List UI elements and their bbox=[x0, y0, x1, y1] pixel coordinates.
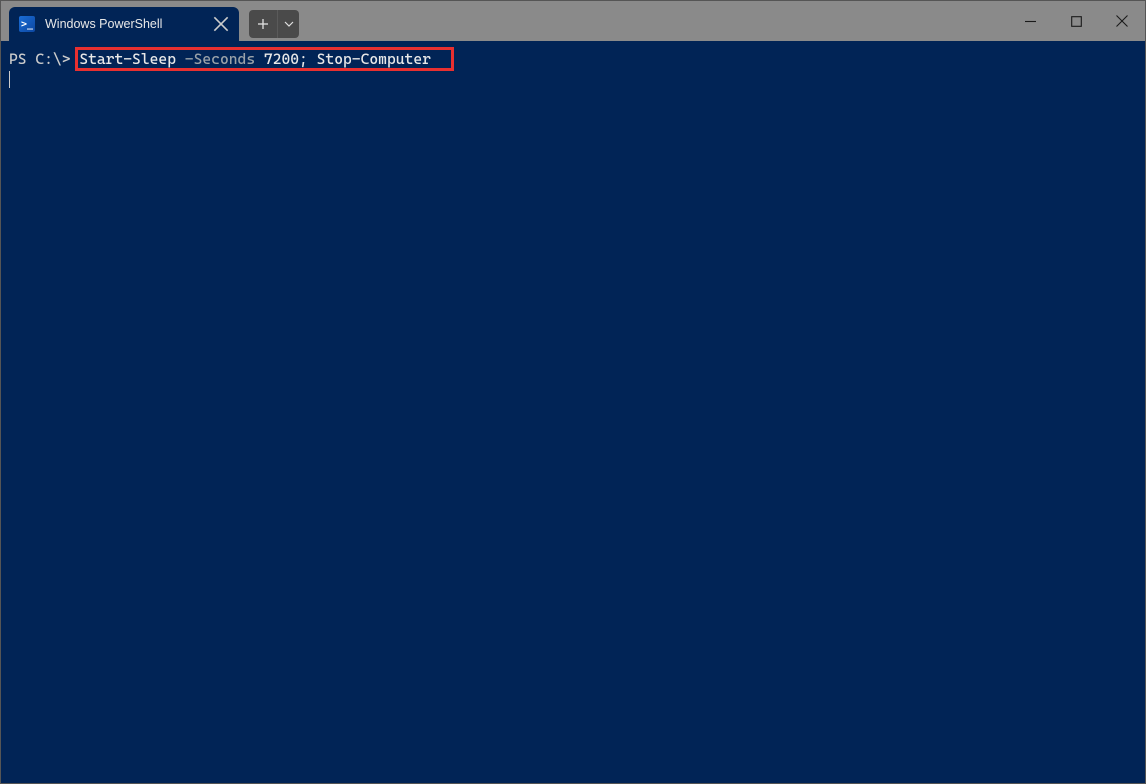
tab-area: >_ Windows PowerShell bbox=[1, 1, 239, 41]
close-icon bbox=[1116, 15, 1128, 27]
close-icon bbox=[213, 16, 229, 32]
terminal-pane[interactable]: PS C:\> Start-Sleep -Seconds 7200; Stop-… bbox=[1, 41, 1145, 783]
window-controls bbox=[1007, 1, 1145, 41]
command-line: PS C:\> Start-Sleep -Seconds 7200; Stop-… bbox=[9, 49, 1137, 69]
new-tab-group bbox=[239, 1, 299, 41]
titlebar[interactable]: >_ Windows PowerShell bbox=[1, 1, 1145, 41]
command-cmdlet: Start-Sleep bbox=[79, 50, 176, 68]
maximize-button[interactable] bbox=[1053, 1, 1099, 41]
powershell-window: >_ Windows PowerShell bbox=[0, 0, 1146, 784]
close-button[interactable] bbox=[1099, 1, 1145, 41]
tab-dropdown-button[interactable] bbox=[277, 10, 299, 38]
plus-icon bbox=[257, 18, 269, 30]
new-tab-button[interactable] bbox=[249, 10, 277, 38]
tab-close-button[interactable] bbox=[213, 16, 229, 32]
chevron-down-icon bbox=[284, 21, 294, 27]
maximize-icon bbox=[1071, 16, 1082, 27]
minimize-button[interactable] bbox=[1007, 1, 1053, 41]
tab-title: Windows PowerShell bbox=[45, 17, 203, 31]
powershell-icon: >_ bbox=[19, 16, 35, 32]
cursor-line bbox=[9, 69, 1137, 89]
tab-powershell[interactable]: >_ Windows PowerShell bbox=[9, 7, 239, 41]
command-rest: 7200; Stop-Computer bbox=[255, 50, 431, 68]
command-param: -Seconds bbox=[176, 50, 255, 68]
prompt: PS C:\> bbox=[9, 50, 79, 68]
minimize-icon bbox=[1025, 16, 1036, 27]
text-cursor bbox=[9, 71, 10, 88]
